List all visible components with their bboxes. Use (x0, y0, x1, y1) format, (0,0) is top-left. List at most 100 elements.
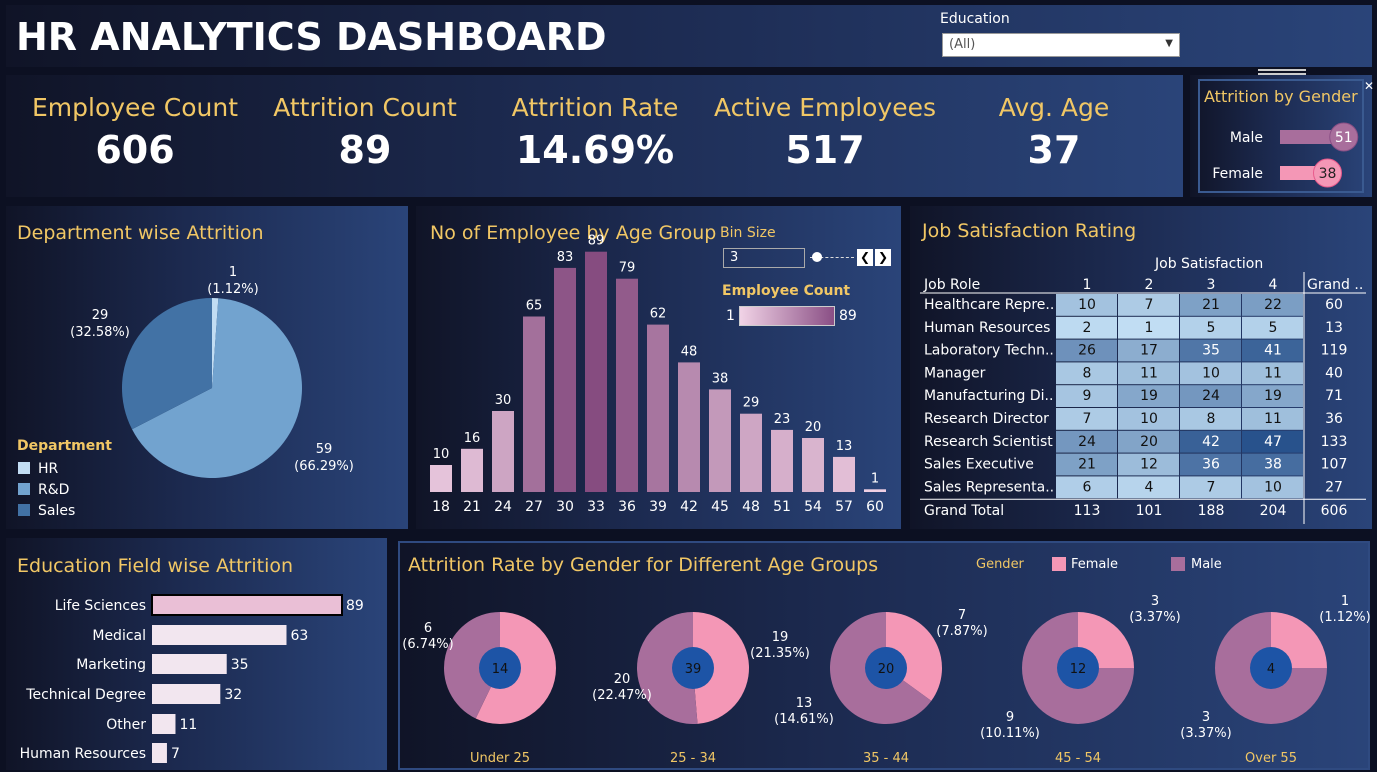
donut-pct-label: (1.12%) (1319, 610, 1370, 625)
jobsat-role-label: Manufacturing Di.. (924, 388, 1053, 404)
jobsat-row-total: 36 (1325, 411, 1343, 427)
edufield-data-label: 35 (231, 657, 249, 673)
jobsat-cell-value: 12 (1140, 457, 1158, 473)
jobsat-cell-value: 2 (1083, 320, 1092, 336)
kpi-label: Attrition Rate (511, 93, 679, 122)
edufield-bar (152, 714, 176, 734)
donut-pct-label: (22.47%) (592, 688, 652, 703)
edufield-bar-label: Other (106, 717, 146, 733)
jobsat-cell-value: 36 (1202, 457, 1220, 473)
jobsat-cell-value: 6 (1083, 479, 1092, 495)
age-group-panel: No of Employee by Age Group Bin Size 3 ❮… (416, 206, 901, 529)
attrition-by-gender-panel: Attrition by Gender Male 51 Female 38 ✕ (1190, 69, 1374, 197)
grand-total-value: 113 (1074, 503, 1101, 519)
age-data-label: 65 (526, 299, 543, 314)
legend-item-rd[interactable]: R&D (18, 480, 75, 501)
kpi-attrition-rate: Attrition Rate 14.69% (480, 93, 710, 172)
age-data-label: 20 (805, 420, 822, 435)
jobsat-cell-value: 24 (1202, 388, 1220, 404)
age-tick-label: 18 (432, 499, 450, 515)
edufield-data-label: 89 (346, 598, 364, 614)
jobsat-cell-value: 5 (1269, 320, 1278, 336)
donut-group-label: Under 25 (470, 751, 530, 766)
jobsat-cell-value: 21 (1202, 297, 1220, 313)
age-tick-label: 36 (618, 499, 636, 515)
kpi-value: 37 (1027, 128, 1081, 172)
age-tick-label: 33 (587, 499, 605, 515)
edufield-bar-label: Medical (92, 628, 146, 644)
jobsat-role-label: Laboratory Techn.. (924, 343, 1054, 359)
legend-label: HR (38, 461, 59, 477)
donut-value-label: 13 (796, 696, 813, 711)
age-bar (585, 251, 607, 492)
grand-total-overall: 606 (1321, 503, 1348, 519)
legend-item-sales[interactable]: Sales (18, 501, 75, 522)
edufield-bar-label: Technical Degree (25, 687, 146, 703)
jobsat-cell-value: 19 (1140, 388, 1158, 404)
donut-pct-label: (3.37%) (1180, 726, 1231, 741)
edufield-bar (152, 684, 221, 704)
donut-pct-label: (10.11%) (980, 726, 1040, 741)
age-data-label: 10 (433, 447, 450, 462)
grand-total-value: 188 (1198, 503, 1225, 519)
jobsat-col-header: 3 (1207, 277, 1216, 293)
age-tick-label: 51 (773, 499, 791, 515)
age-data-label: 89 (588, 234, 605, 249)
age-data-label: 79 (619, 261, 636, 276)
department-attrition-panel: Department wise Attrition 1 (1.12%) 59 (66.… (6, 206, 408, 529)
jobsat-cell-value: 17 (1140, 343, 1158, 359)
education-filter-select[interactable]: (All) ▼ (942, 33, 1180, 57)
age-data-label: 30 (495, 393, 512, 408)
kpi-value: 14.69% (515, 128, 675, 172)
grand-total-value: 204 (1260, 503, 1287, 519)
donut-value-label: 3 (1151, 594, 1159, 609)
edufield-data-label: 7 (171, 746, 180, 762)
donut-center-label: 14 (492, 662, 509, 677)
agegen-donuts-svg: 14Under 256(6.74%)3925 - 3419(21.35%)20(… (402, 594, 1370, 766)
age-bar (430, 465, 452, 492)
pie-value-label: 1 (229, 265, 237, 280)
gender-bar-label: Male (1230, 130, 1263, 146)
donut-value-label: 6 (424, 621, 432, 636)
gender-chart-svg: Male 51 Female 38 (1212, 122, 1359, 188)
chevron-down-icon[interactable]: ▼ (1165, 38, 1173, 49)
jobsat-role-label: Manager (924, 365, 986, 381)
gender-bar-label: Female (1212, 166, 1263, 182)
jobsat-cell-value: 8 (1083, 365, 1092, 381)
kpi-label: Active Employees (713, 93, 937, 122)
jobsat-role-label: Research Scientist (924, 434, 1053, 450)
jobsat-cell-value: 8 (1207, 411, 1216, 427)
close-icon[interactable]: ✕ (1364, 79, 1374, 93)
jobsat-cell-value: 21 (1078, 457, 1096, 473)
kpi-label: Employee Count (31, 93, 238, 122)
jobsat-cell-value: 19 (1264, 388, 1282, 404)
jobsat-cell-value: 5 (1207, 320, 1216, 336)
jobsat-col-header: 2 (1145, 277, 1154, 293)
kpi-avg-age: Avg. Age 37 (939, 93, 1169, 172)
edufield-bar-svg: Life Sciences 89 Medical 63 Marketing 35 Techn… (20, 594, 364, 763)
jobsat-cell-value: 47 (1264, 434, 1282, 450)
pie-pct-label: (1.12%) (207, 282, 258, 297)
age-data-label: 48 (681, 344, 698, 359)
legend-item-hr[interactable]: HR (18, 459, 75, 480)
education-field-panel: Education Field wise Attrition Life Scie… (6, 538, 387, 770)
jobsat-cell-value: 9 (1083, 388, 1092, 404)
edufield-bar (152, 654, 227, 674)
pie-pct-label: (66.29%) (294, 459, 354, 474)
age-bar (740, 413, 762, 492)
jobsat-col-header: 1 (1083, 277, 1092, 293)
jobsat-cell-value: 38 (1264, 457, 1282, 473)
page-title: HR ANALYTICS DASHBOARD (16, 15, 607, 59)
legend-label: Sales (38, 503, 76, 519)
age-bar-svg: 10 18 16 21 30 24 65 27 83 30 89 33 79 36 62 39 48 42 38 45… (430, 234, 886, 515)
legend-label: R&D (38, 482, 70, 498)
donut-group-label: 35 - 44 (863, 751, 909, 766)
pie-value-label: 29 (92, 308, 109, 323)
donut-value-label: 3 (1202, 710, 1210, 725)
age-tick-label: 24 (494, 499, 512, 515)
donut-value-label: 1 (1341, 594, 1349, 609)
donut-group-label: Over 55 (1245, 751, 1297, 766)
jobsat-cell-value: 1 (1145, 320, 1154, 336)
donut-center-label: 12 (1070, 662, 1087, 677)
age-tick-label: 39 (649, 499, 667, 515)
